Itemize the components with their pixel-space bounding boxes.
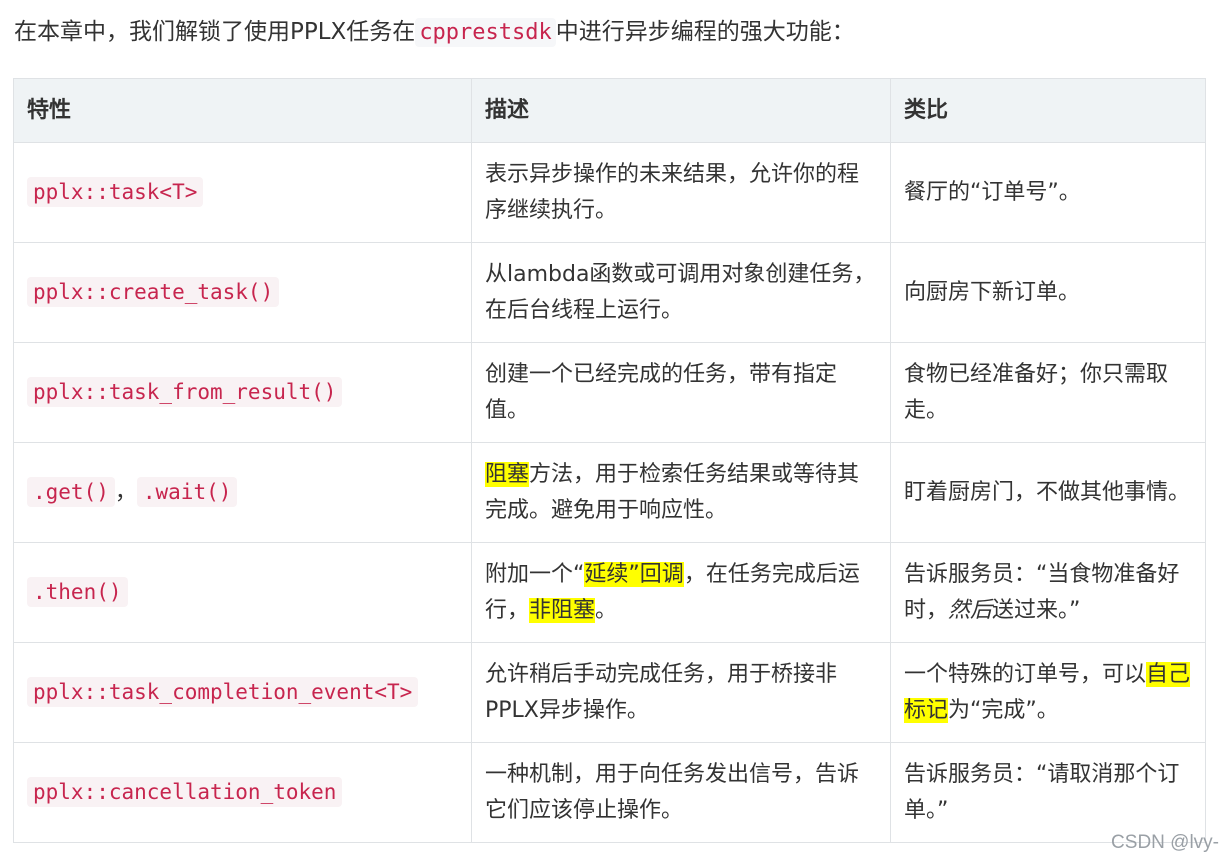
feature-code: pplx::task_from_result() — [27, 377, 343, 407]
description-cell: 阻塞方法，用于检索任务结果或等待其完成。避免用于响应性。 — [471, 442, 891, 543]
analogy-cell: 告诉服务员：“请取消那个订单。” — [890, 742, 1206, 843]
table-row: pplx::task_completion_event<T> 允许稍后手动完成任… — [13, 642, 1206, 743]
feature-code: pplx::task<T> — [27, 177, 204, 207]
feature-code-get: .get() — [27, 477, 115, 507]
table-row: pplx::create_task() 从lambda函数或可调用对象创建任务，… — [13, 242, 1206, 343]
highlight-text: 延续”回调 — [584, 561, 684, 587]
description-text: 方法，用于检索任务结果或等待其完成。避免用于响应性。 — [485, 461, 860, 523]
description-cell: 创建一个已经完成的任务，带有指定值。 — [471, 342, 891, 443]
feature-cell: pplx::task_completion_event<T> — [13, 642, 472, 743]
analogy-cell: 餐厅的“订单号”。 — [890, 142, 1206, 243]
description-cell: 一种机制，用于向任务发出信号，告诉它们应该停止操作。 — [471, 742, 891, 843]
table-row: .then() 附加一个“延续”回调，在任务完成后运行，非阻塞。 告诉服务员：“… — [13, 542, 1206, 643]
intro-text-before: 在本章中，我们解锁了使用PPLX任务在 — [14, 19, 416, 45]
feature-code: .then() — [27, 577, 128, 607]
intro-text-after: 中进行异步编程的强大功能： — [555, 19, 855, 45]
highlight-text: 非阻塞 — [529, 597, 596, 623]
feature-cell: .get()， .wait() — [13, 442, 472, 543]
intro-paragraph: 在本章中，我们解锁了使用PPLX任务在 cpprestsdk 中进行异步编程的强大功… — [14, 13, 855, 52]
feature-cell: pplx::cancellation_token — [13, 742, 472, 843]
feature-separator: ， — [114, 480, 137, 505]
analogy-text: 一个特殊的订单号，可以 — [904, 661, 1147, 687]
table-row: pplx::task<T> 表示异步操作的未来结果，允许你的程序继续执行。 餐厅… — [13, 142, 1206, 243]
analogy-cell: 告诉服务员：“当食物准备好时，然后送过来。” — [890, 542, 1206, 643]
description-text: 。 — [595, 597, 618, 623]
analogy-cell: 一个特殊的订单号，可以自己标记为“完成”。 — [890, 642, 1206, 743]
table-row: pplx::task_from_result() 创建一个已经完成的任务，带有指… — [13, 342, 1206, 443]
analogy-cell: 盯着厨房门，不做其他事情。 — [890, 442, 1206, 543]
table-row: .get()， .wait() 阻塞方法，用于检索任务结果或等待其完成。避免用于响… — [13, 442, 1206, 543]
highlight-text: 阻塞 — [485, 461, 530, 487]
header-feature: 特性 — [13, 78, 472, 143]
features-table: 特性 描述 类比 pplx::task<T> 表示异步操作的未来结果，允许你的程… — [13, 78, 1206, 843]
header-description: 描述 — [471, 78, 891, 143]
table-header-row: 特性 描述 类比 — [13, 78, 1206, 143]
feature-cell: .then() — [13, 542, 472, 643]
table-row: pplx::cancellation_token 一种机制，用于向任务发出信号，… — [13, 742, 1206, 843]
watermark: CSDN @lvy- — [1111, 832, 1219, 853]
description-text: 附加一个“ — [485, 561, 585, 587]
header-analogy: 类比 — [890, 78, 1206, 143]
feature-code: pplx::create_task() — [27, 277, 280, 307]
feature-cell: pplx::create_task() — [13, 242, 472, 343]
analogy-cell: 食物已经准备好；你只需取走。 — [890, 342, 1206, 443]
description-cell: 从lambda函数或可调用对象创建任务，在后台线程上运行。 — [471, 242, 891, 343]
analogy-italic-text: 然后 — [948, 597, 993, 623]
feature-code-wait: .wait() — [136, 477, 238, 507]
description-cell: 附加一个“延续”回调，在任务完成后运行，非阻塞。 — [471, 542, 891, 643]
feature-cell: pplx::task<T> — [13, 142, 472, 243]
description-cell: 允许稍后手动完成任务，用于桥接非PPLX异步操作。 — [471, 642, 891, 743]
analogy-text: 为“完成”。 — [948, 697, 1059, 723]
feature-cell: pplx::task_from_result() — [13, 342, 472, 443]
intro-inline-code: cpprestsdk — [415, 18, 556, 47]
description-cell: 表示异步操作的未来结果，允许你的程序继续执行。 — [471, 142, 891, 243]
feature-code: pplx::cancellation_token — [27, 777, 343, 807]
analogy-cell: 向厨房下新订单。 — [890, 242, 1206, 343]
analogy-text: 送过来。” — [992, 597, 1081, 623]
feature-code: pplx::task_completion_event<T> — [27, 677, 419, 707]
